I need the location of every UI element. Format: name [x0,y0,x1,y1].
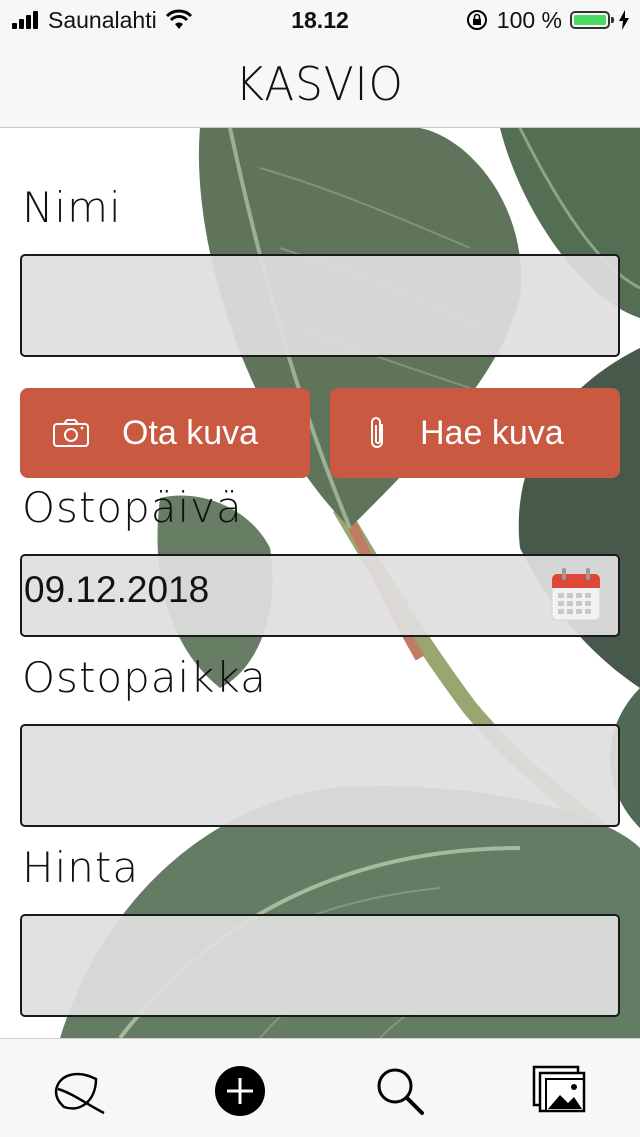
fetch-photo-button[interactable]: Hae kuva [330,388,620,478]
camera-icon [53,419,89,447]
take-photo-label: Ota kuva [122,413,259,452]
add-circle-icon [215,1066,265,1116]
plant-form: Nimi Ota kuva Hae kuva Ostopäivä 09.12.2… [0,128,640,1038]
charging-bolt-icon [619,10,629,30]
navigation-bar: KASVIO [0,40,640,128]
tab-search[interactable] [370,1061,430,1121]
tab-bar [0,1038,640,1137]
name-input[interactable] [20,254,620,357]
battery-icon [570,11,614,29]
purchase-place-label: Ostopaikka [22,653,267,702]
tab-plants[interactable] [50,1061,110,1121]
photos-icon [532,1065,586,1113]
paperclip-icon [371,417,383,448]
leaf-icon [54,1072,105,1115]
name-label: Nimi [22,183,122,232]
purchase-place-input[interactable] [20,724,620,827]
tab-gallery[interactable] [530,1061,590,1121]
take-photo-button[interactable]: Ota kuva [20,388,310,478]
price-input[interactable] [20,914,620,1017]
status-bar: Saunalahti 18.12 100 % [0,0,640,40]
battery-percent: 100 % [496,6,562,33]
fetch-photo-label: Hae kuva [420,413,564,452]
orientation-lock-icon [466,10,487,30]
purchase-date-label: Ostopäivä [22,483,243,532]
purchase-date-value: 09.12.2018 [24,569,210,610]
page-title: KASVIO [235,56,405,111]
calendar-icon[interactable] [550,566,602,622]
price-label: Hinta [22,843,140,892]
search-icon [377,1068,424,1115]
tab-add[interactable] [210,1061,270,1121]
purchase-date-field[interactable]: 09.12.2018 [20,554,620,637]
